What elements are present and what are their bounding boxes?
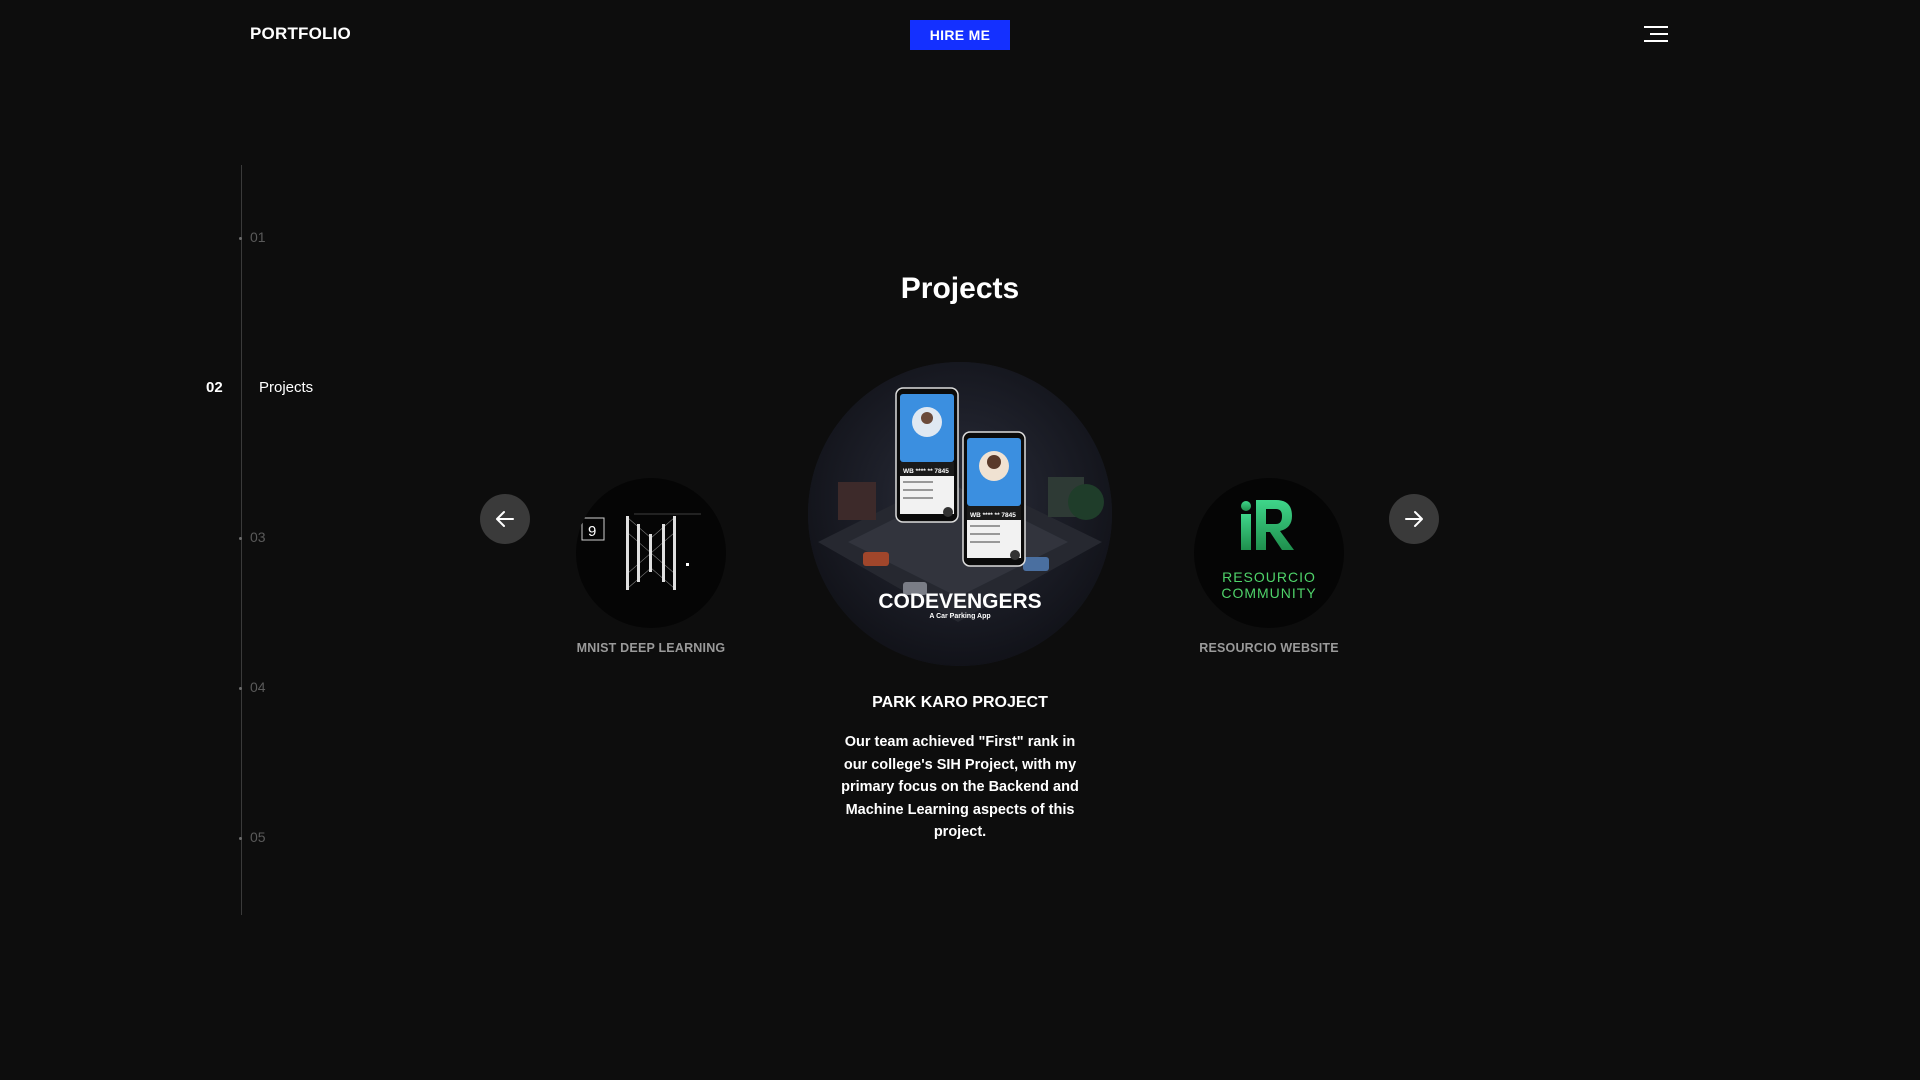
- resourcio-logo-line1: RESOURCIO: [1222, 569, 1316, 585]
- codevengers-brand: CODEVENGERS: [878, 590, 1041, 613]
- project-image-park-karo[interactable]: WB **** ** 7845 WB **** ** 7845 CODEVENG…: [808, 362, 1112, 666]
- carousel-prev-button[interactable]: [480, 494, 530, 544]
- mnist-network-illustration: 9: [581, 513, 701, 590]
- side-nav-item-05[interactable]: 05: [250, 829, 266, 845]
- phone-card-number: WB **** ** 7845: [903, 468, 949, 475]
- menu-line: [1650, 33, 1668, 35]
- project-caption-mnist[interactable]: MNIST DEEP LEARNING: [531, 641, 771, 655]
- codevengers-tagline: A Car Parking App: [929, 613, 990, 620]
- resourcio-logo-line2: COMMUNITY: [1221, 585, 1316, 601]
- project-title: PARK KARO PROJECT: [872, 694, 1048, 711]
- side-nav-dot: [239, 537, 242, 540]
- hamburger-menu-icon[interactable]: [1642, 24, 1668, 44]
- project-thumb-mnist[interactable]: 9: [576, 478, 726, 628]
- menu-line: [1644, 26, 1668, 28]
- portfolio-logo[interactable]: PORTFOLIO: [250, 24, 351, 44]
- side-nav-dot: [239, 237, 242, 240]
- mnist-digit: 9: [588, 523, 596, 540]
- arrow-left-icon: [496, 511, 514, 527]
- side-nav-item-04[interactable]: 04: [250, 679, 266, 695]
- resourcio-logo: RESOURCIO COMMUNITY: [1221, 500, 1316, 601]
- side-nav-label-projects[interactable]: Projects: [259, 379, 313, 396]
- side-nav-item-01[interactable]: 01: [250, 229, 266, 245]
- park-karo-illustration: WB **** ** 7845 WB **** ** 7845 CODEVENG…: [808, 362, 1112, 666]
- project-thumb-resourcio[interactable]: RESOURCIO COMMUNITY: [1194, 478, 1344, 628]
- project-description: Our team achieved "First" rank in our co…: [841, 734, 1079, 840]
- menu-line: [1644, 40, 1668, 42]
- hire-me-button[interactable]: HIRE ME: [910, 20, 1010, 50]
- side-nav-item-03[interactable]: 03: [250, 529, 266, 545]
- arrow-right-icon: [1405, 511, 1423, 527]
- carousel-next-button[interactable]: [1389, 494, 1439, 544]
- side-nav-dot: [239, 687, 242, 690]
- phone-card-number: WB **** ** 7845: [970, 512, 1016, 519]
- project-caption-resourcio[interactable]: RESOURCIO WEBSITE: [1149, 641, 1389, 655]
- section-title: Projects: [900, 272, 1020, 305]
- portfolio-page: PORTFOLIO HIRE ME 01 02 Projects 03 04 0…: [0, 0, 1920, 1080]
- side-nav-dot: [239, 837, 242, 840]
- side-nav-item-02[interactable]: 02: [206, 379, 223, 396]
